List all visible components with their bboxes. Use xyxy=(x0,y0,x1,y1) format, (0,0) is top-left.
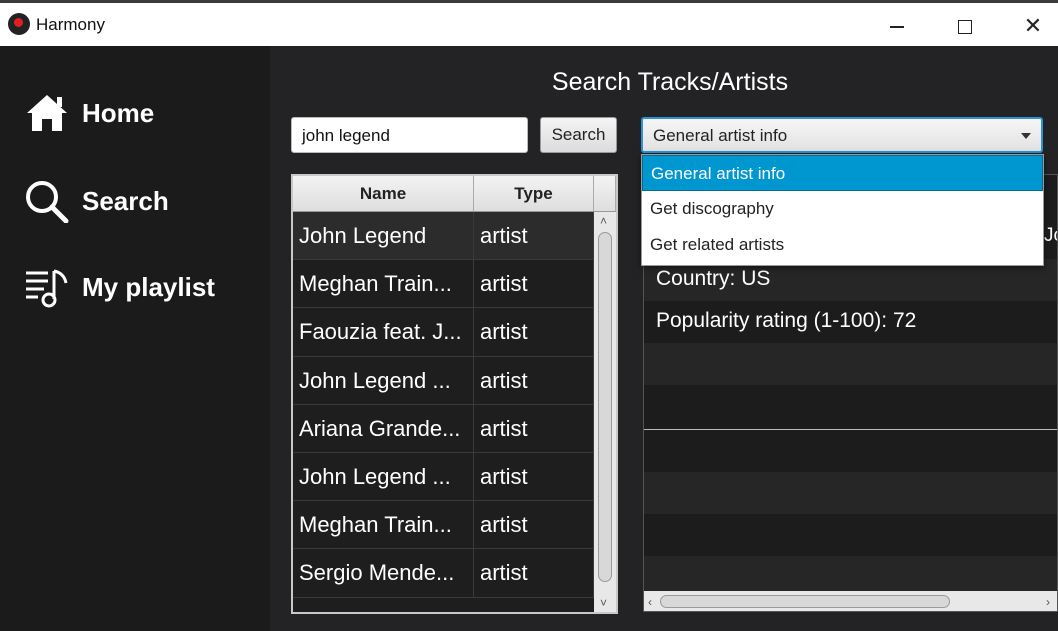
info-type-select[interactable]: General artist info xyxy=(641,117,1043,153)
cell-name: Meghan Train... xyxy=(293,260,474,308)
close-icon[interactable]: ✕ xyxy=(1010,9,1056,43)
scrollbar-thumb[interactable] xyxy=(598,232,612,582)
info-empty-row xyxy=(644,430,1057,472)
cell-type: artist xyxy=(474,452,594,501)
table-row[interactable]: Faouzia feat. J... artist xyxy=(293,308,594,357)
table-row[interactable]: John Legend artist xyxy=(293,212,594,261)
cell-type: artist xyxy=(474,212,594,260)
table-body: John Legend artist Meghan Train... artis… xyxy=(293,212,594,598)
cell-type: artist xyxy=(474,356,594,404)
table-row[interactable]: Sergio Mende... artist xyxy=(293,549,594,598)
playlist-icon xyxy=(26,269,68,308)
sidebar-item-label: Home xyxy=(82,97,155,128)
info-empty-row xyxy=(644,343,1057,385)
home-icon xyxy=(27,95,67,131)
cell-name: John Legend ... xyxy=(293,356,474,404)
title-bar: Harmony ✕ xyxy=(0,0,1058,46)
clipped-text: Jc xyxy=(1044,225,1057,246)
cell-name: Ariana Grande... xyxy=(293,404,474,452)
column-header-filler xyxy=(594,176,616,211)
cell-type: artist xyxy=(474,501,594,549)
cell-type: artist xyxy=(474,549,594,597)
main-panel: Search Tracks/Artists john legend Search… xyxy=(270,46,1058,631)
cell-name: Sergio Mende... xyxy=(293,549,474,597)
sidebar: Home Search My playlist xyxy=(0,46,270,631)
info-empty-row xyxy=(644,385,1057,427)
sidebar-item-playlist[interactable]: My playlist xyxy=(24,265,215,309)
scrollbar-thumb[interactable] xyxy=(660,595,950,608)
info-empty-row xyxy=(644,472,1057,514)
select-value: General artist info xyxy=(653,126,788,145)
scroll-up-icon[interactable]: ˄ xyxy=(600,215,610,227)
scroll-right-icon[interactable]: › xyxy=(1046,595,1050,609)
cell-type: artist xyxy=(474,260,594,308)
column-header-type[interactable]: Type xyxy=(474,176,594,211)
minimize-icon[interactable] xyxy=(890,26,904,28)
table-row[interactable]: John Legend ... artist xyxy=(293,452,594,502)
info-line-popularity: Popularity rating (1-100): 72 xyxy=(644,301,1057,343)
cell-name: Faouzia feat. J... xyxy=(293,308,474,356)
vertical-scrollbar[interactable]: ˄ ˅ xyxy=(594,212,616,612)
maximize-icon[interactable] xyxy=(958,20,972,34)
cell-type: artist xyxy=(474,404,594,452)
table-row[interactable]: Meghan Train... artist xyxy=(293,260,594,309)
page-title: Search Tracks/Artists xyxy=(551,68,789,96)
dropdown-menu: General artist info Get discography Get … xyxy=(641,154,1044,266)
sidebar-item-label: My playlist xyxy=(82,271,215,302)
search-input[interactable]: john legend xyxy=(291,117,528,153)
search-icon xyxy=(26,181,69,223)
sidebar-item-home[interactable]: Home xyxy=(24,91,154,135)
menu-item-get-discography[interactable]: Get discography xyxy=(642,191,1043,227)
window-title: Harmony xyxy=(36,15,105,34)
cell-name: John Legend xyxy=(293,212,474,260)
results-table: Name Type John Legend artist Meghan Trai… xyxy=(291,174,618,614)
table-row[interactable]: John Legend ... artist xyxy=(293,356,594,405)
cell-name: Meghan Train... xyxy=(293,501,474,549)
horizontal-scrollbar[interactable]: ‹ › xyxy=(644,591,1057,611)
info-empty-row xyxy=(644,514,1057,556)
table-row[interactable]: Ariana Grande... artist xyxy=(293,404,594,453)
chevron-down-icon xyxy=(1021,133,1031,139)
menu-item-get-related-artists[interactable]: Get related artists xyxy=(642,227,1043,263)
table-header: Name Type xyxy=(293,176,616,212)
column-header-name[interactable]: Name xyxy=(293,176,474,211)
menu-item-general-artist-info[interactable]: General artist info xyxy=(642,155,1043,191)
cell-type: artist xyxy=(474,308,594,356)
cell-name: John Legend ... xyxy=(293,452,474,501)
app-logo-icon xyxy=(8,13,30,35)
scroll-down-icon[interactable]: ˅ xyxy=(600,597,610,609)
sidebar-item-label: Search xyxy=(82,185,169,216)
scroll-left-icon[interactable]: ‹ xyxy=(648,595,652,609)
info-empty-row xyxy=(644,556,1057,591)
table-row[interactable]: Meghan Train... artist xyxy=(293,501,594,550)
search-button[interactable]: Search xyxy=(540,117,617,153)
sidebar-item-search[interactable]: Search xyxy=(24,179,169,223)
